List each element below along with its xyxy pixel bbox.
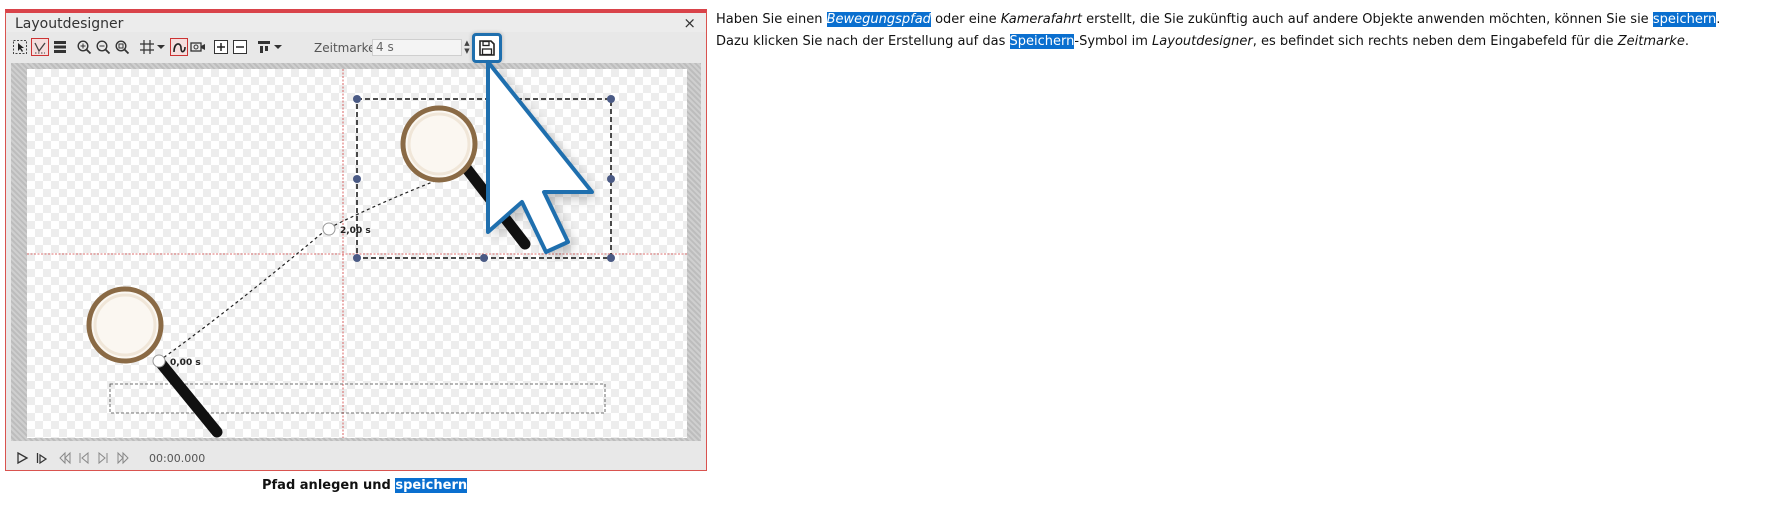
- para-italic-kamerafahrt: Kamerafahrt: [1000, 12, 1082, 27]
- rewind-icon[interactable]: [58, 450, 72, 465]
- magnifier-end-object: [400, 105, 531, 250]
- add-point-icon[interactable]: [213, 39, 229, 55]
- grid-dropdown-icon[interactable]: [156, 39, 166, 55]
- keyframe-start: [152, 354, 166, 368]
- keyframe-mid: [322, 222, 336, 236]
- align-dropdown-icon[interactable]: [273, 39, 283, 55]
- para-italic-layoutdesigner: Layoutdesigner: [1152, 34, 1253, 49]
- remove-point-icon[interactable]: [232, 39, 248, 55]
- help-paragraph: Haben Sie einen Bewegungspfad oder eine …: [716, 9, 1756, 53]
- playback-bar: 00:00.000: [6, 446, 706, 470]
- para-highlight-bewegungspfad: Bewegungspfad: [826, 12, 931, 27]
- time-label: Zeitmarke:: [314, 41, 380, 55]
- para-text: Haben Sie einen: [716, 12, 827, 27]
- para-text: oder eine: [930, 12, 1001, 27]
- para-text: .: [1684, 34, 1689, 49]
- playback-time: 00:00.000: [149, 452, 206, 465]
- step-back-icon[interactable]: [77, 450, 91, 465]
- motion-path: [158, 168, 468, 362]
- select-icon[interactable]: [12, 39, 28, 55]
- para-text: erstellt, die Sie zukünftig auch auf and…: [1081, 12, 1653, 27]
- keyframe-mid-label: 2,00 s: [340, 226, 371, 236]
- window-title: Layoutdesigner: [15, 16, 124, 32]
- grid-icon[interactable]: [139, 39, 155, 55]
- toolbar: Zeitmarke: 4 s ▲ ▼: [6, 33, 706, 63]
- para-highlight-speichern-symbol: Speichern: [1009, 34, 1075, 49]
- canvas-frame: 0,00 s 2,00 s: [11, 63, 701, 441]
- curve-icon[interactable]: [170, 38, 188, 56]
- path-tool-icon[interactable]: [31, 38, 49, 56]
- zoom-in-icon[interactable]: [76, 39, 92, 55]
- close-icon[interactable]: ×: [683, 15, 696, 31]
- layout-canvas[interactable]: 0,00 s 2,00 s: [27, 69, 687, 438]
- title-bar: Layoutdesigner ×: [6, 13, 706, 32]
- save-icon: [479, 40, 495, 56]
- caption-text: Pfad anlegen und: [262, 478, 396, 493]
- selection-box: [353, 95, 615, 262]
- time-spinner[interactable]: ▲ ▼: [462, 39, 472, 56]
- zoom-out-icon[interactable]: [95, 39, 111, 55]
- zoom-fit-icon[interactable]: [114, 39, 130, 55]
- para-text: -Symbol im: [1074, 34, 1153, 49]
- figure-caption: Pfad anlegen und speichern: [262, 478, 468, 493]
- play-from-icon[interactable]: [35, 450, 49, 465]
- layoutdesigner-window: Layoutdesigner × Zeitmarke: 4 s ▲ ▼ 0,00…: [5, 9, 707, 471]
- step-forward-icon[interactable]: [96, 450, 110, 465]
- para-italic-zeitmarke: Zeitmarke: [1617, 34, 1685, 49]
- play-icon[interactable]: [15, 450, 29, 465]
- fast-forward-icon[interactable]: [116, 450, 130, 465]
- layers-icon[interactable]: [52, 39, 68, 55]
- para-highlight-speichern: speichern: [1652, 12, 1717, 27]
- keyframe-start-label: 0,00 s: [170, 358, 201, 368]
- camera-icon[interactable]: [190, 39, 206, 55]
- caption-highlight: speichern: [395, 478, 468, 493]
- align-icon[interactable]: [256, 39, 272, 55]
- time-input[interactable]: 4 s: [372, 39, 462, 56]
- save-button[interactable]: [472, 33, 502, 63]
- para-text: , es befindet sich rechts neben dem Eing…: [1252, 34, 1618, 49]
